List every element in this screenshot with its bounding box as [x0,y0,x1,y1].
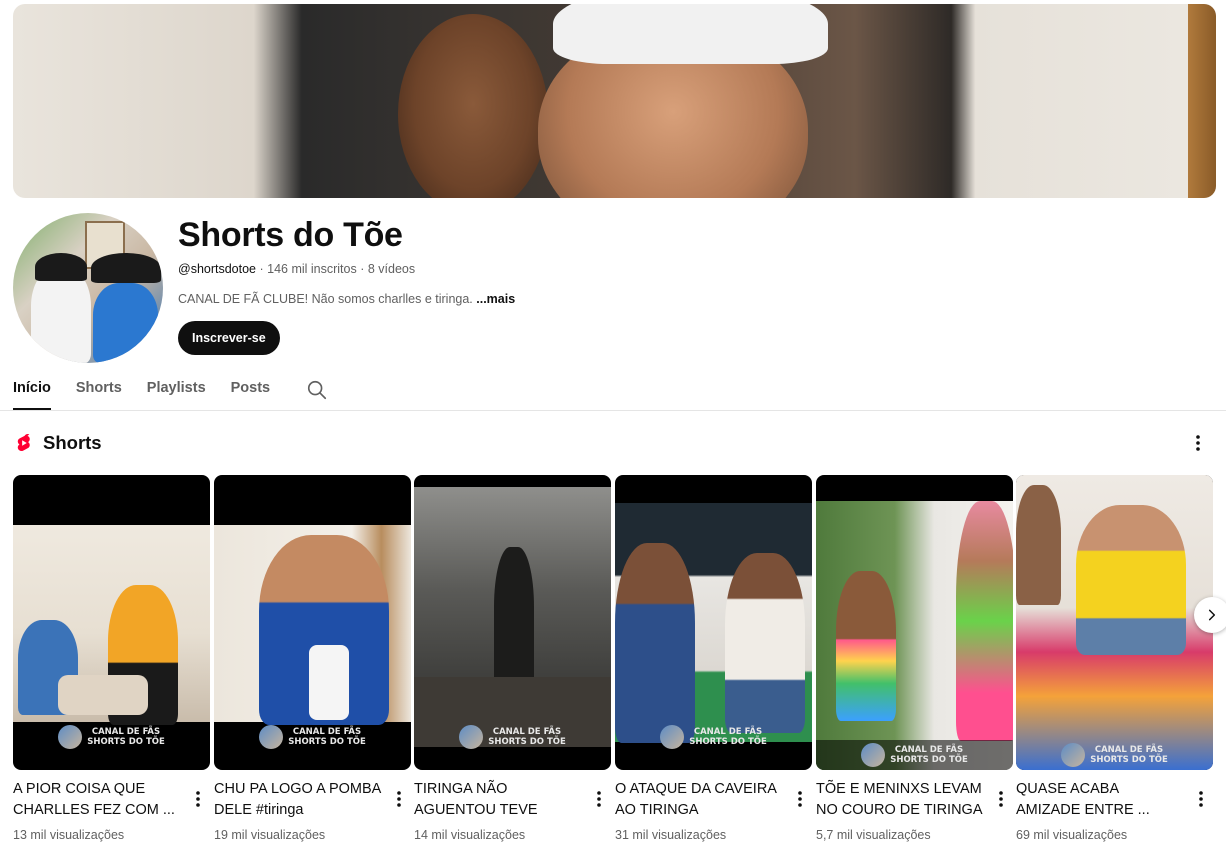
watermark-line1: CANAL DE FÃS [1094,745,1164,755]
thumbnail-watermark: CANAL DE FÃS SHORTS DO TÕE [816,740,1013,770]
watermark-line1: CANAL DE FÃS [693,727,763,737]
shorts-section-header: Shorts [13,428,102,458]
thumbnail-watermark: CANAL DE FÃS SHORTS DO TÕE [615,722,812,752]
watermark-line1: CANAL DE FÃS [894,745,964,755]
short-more-icon[interactable] [790,787,810,811]
short-card[interactable]: CANAL DE FÃS SHORTS DO TÕE A PIOR COISA Q… [13,475,210,842]
short-thumbnail[interactable]: CANAL DE FÃS SHORTS DO TÕE [1016,475,1213,770]
channel-handle[interactable]: @shortsdotoe [178,262,256,276]
short-thumbnail[interactable]: CANAL DE FÃS SHORTS DO TÕE [615,475,812,770]
short-title[interactable]: TÕE E MENINXS LEVAM NO COURO DE TIRINGA [816,779,986,821]
short-title[interactable]: O ATAQUE DA CAVEIRA AO TIRINGA [615,779,785,821]
channel-title: Shorts do Tõe [178,216,403,254]
short-thumbnail[interactable]: CANAL DE FÃS SHORTS DO TÕE [13,475,210,770]
section-title: Shorts [43,432,102,453]
thumbnail-scene [414,487,611,747]
thumbnail-watermark: CANAL DE FÃS SHORTS DO TÕE [13,722,210,752]
short-views: 5,7 mil visualizações [816,828,931,842]
channel-banner [13,4,1216,198]
carousel-next-button[interactable] [1194,597,1226,633]
tabs-divider [0,410,1226,411]
short-card[interactable]: CANAL DE FÃS SHORTS DO TÕE TÕE E MENINXS … [816,475,1013,842]
tab-playlists[interactable]: Playlists [147,370,206,410]
short-views: 69 mil visualizações [1016,828,1128,842]
meta-separator: · [256,262,268,276]
short-title[interactable]: A PIOR COISA QUE CHARLLES FEZ COM ... [13,779,183,821]
tab-inicio[interactable]: Início [13,370,51,410]
thumbnail-scene [13,525,210,725]
avatar-hat-left [35,253,87,281]
short-more-icon[interactable] [991,787,1011,811]
short-more-icon[interactable] [1191,787,1211,811]
thumbnail-scene [1016,475,1213,770]
watermark-line1: CANAL DE FÃS [292,727,362,737]
channel-tabs: Início Shorts Playlists Posts [13,370,329,410]
thumbnail-scene [615,503,812,743]
short-views: 13 mil visualizações [13,828,125,842]
watermark-line2: SHORTS DO TÕE [890,755,968,765]
short-views: 14 mil visualizações [414,828,526,842]
watermark-line1: CANAL DE FÃS [91,727,161,737]
watermark-line2: SHORTS DO TÕE [288,737,366,747]
tab-posts[interactable]: Posts [231,370,271,410]
short-title[interactable]: CHU PA LOGO A POMBA DELE #tiringa [214,779,384,821]
thumbnail-scene [816,501,1013,770]
short-card[interactable]: CANAL DE FÃS SHORTS DO TÕE TIRINGA NÃO AG… [414,475,611,842]
short-title[interactable]: QUASE ACABA AMIZADE ENTRE ... [1016,779,1186,821]
meta-separator: · [356,262,368,276]
section-more-icon[interactable] [1186,431,1210,455]
watermark-line2: SHORTS DO TÕE [689,737,767,747]
channel-search-icon[interactable] [305,378,329,402]
video-count: 8 vídeos [367,262,416,276]
short-card[interactable]: CANAL DE FÃS SHORTS DO TÕE O ATAQUE DA CA… [615,475,812,842]
more-link[interactable]: ...mais [476,292,515,306]
short-more-icon[interactable] [589,787,609,811]
subscriber-count: 146 mil inscritos [267,262,357,276]
thumbnail-watermark: CANAL DE FÃS SHORTS DO TÕE [414,722,611,752]
banner-person-left [398,14,548,198]
subscribe-button[interactable]: Inscrever-se [178,321,280,355]
banner-door-frame [1188,4,1216,198]
avatar-person-left [31,268,91,363]
avatar-person-right [93,283,158,363]
short-views: 19 mil visualizações [214,828,326,842]
thumbnail-scene [214,525,411,725]
short-thumbnail[interactable]: CANAL DE FÃS SHORTS DO TÕE [816,475,1013,770]
avatar-hat-right [91,253,161,283]
watermark-line1: CANAL DE FÃS [492,727,562,737]
thumbnail-watermark: CANAL DE FÃS SHORTS DO TÕE [214,722,411,752]
watermark-line2: SHORTS DO TÕE [488,737,566,747]
short-more-icon[interactable] [389,787,409,811]
short-views: 31 mil visualizações [615,828,727,842]
tab-shorts[interactable]: Shorts [76,370,122,410]
chevron-right-icon [1208,609,1216,621]
short-thumbnail[interactable]: CANAL DE FÃS SHORTS DO TÕE [414,475,611,770]
watermark-line2: SHORTS DO TÕE [1090,755,1168,765]
channel-description[interactable]: CANAL DE FÃ CLUBE! Não somos charlles e … [178,292,515,306]
short-card[interactable]: CANAL DE FÃS SHORTS DO TÕE QUASE ACABA AM… [1016,475,1213,842]
banner-cap [553,4,828,64]
channel-meta: @shortsdotoe · 146 mil inscritos · 8 víd… [178,262,415,276]
description-text: CANAL DE FÃ CLUBE! Não somos charlles e … [178,292,477,306]
short-title[interactable]: TIRINGA NÃO AGUENTOU TEVE QUE... [414,779,584,821]
short-more-icon[interactable] [188,787,208,811]
channel-avatar[interactable] [13,213,163,363]
watermark-line2: SHORTS DO TÕE [87,737,165,747]
short-thumbnail[interactable]: CANAL DE FÃS SHORTS DO TÕE [214,475,411,770]
thumbnail-watermark: CANAL DE FÃS SHORTS DO TÕE [1016,740,1213,770]
shorts-logo-icon [17,433,30,452]
short-card[interactable]: CANAL DE FÃS SHORTS DO TÕE CHU PA LOGO A … [214,475,411,842]
